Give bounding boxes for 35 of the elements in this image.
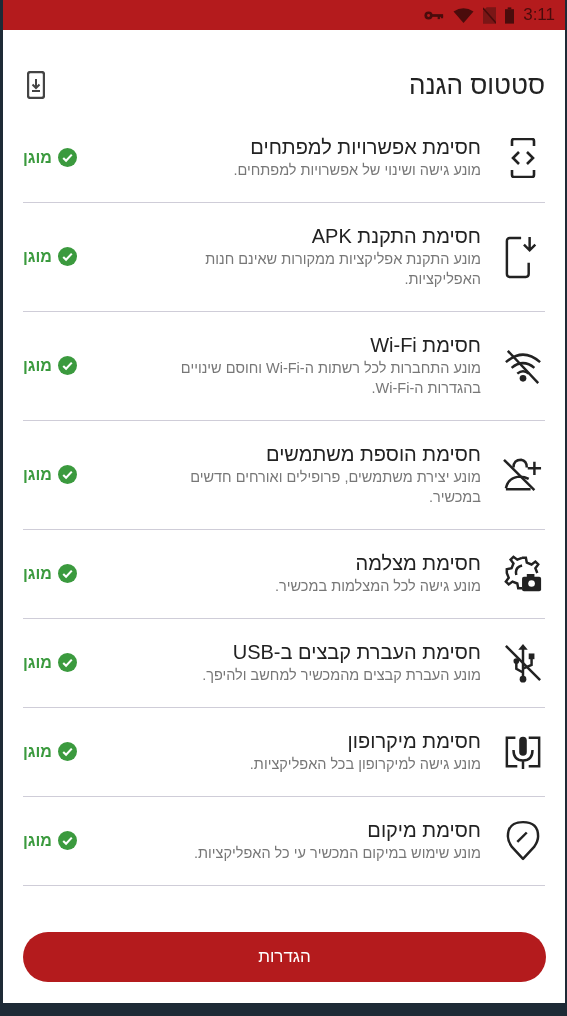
setting-description: מונע התקנת אפליקציות ממקורות שאינם חנות האפליקציות.	[204, 250, 481, 289]
settings-button[interactable]: הגדרות	[23, 932, 546, 982]
setting-title: חסימת מיקום	[366, 818, 481, 843]
clock-time: 3:11	[523, 5, 555, 25]
setting-description: מונע העברת קבצים מהמכשיר למחשב ולהיפך.	[201, 666, 481, 685]
setting-title: חסימת הוספת משתמשים	[264, 442, 481, 467]
setting-description: מונע גישה לכל המצלמות במכשיר.	[274, 577, 481, 596]
setting-title: חסימת אפשרויות למפתחים	[249, 135, 481, 160]
status-label: מוגן	[23, 465, 52, 484]
gear-camera-icon	[503, 553, 543, 594]
status-label: מוגן	[23, 742, 52, 761]
setting-description: מונע גישה ושינוי של אפשרויות למפתחים.	[232, 161, 481, 180]
status-label: מוגן	[23, 247, 52, 266]
status-label: מוגן	[23, 831, 52, 850]
page-title: סטטוס הגנה	[408, 69, 545, 101]
setting-title: חסימת מצלמה	[354, 551, 481, 576]
setting-description: מונע התחברות לכל רשתות ה-Wi-Fi וחוסם שינויים בהגדרות ה-Wi-Fi.	[179, 359, 481, 398]
code-phone-icon	[509, 137, 537, 178]
setting-description: מונע שימוש במיקום המכשיר עי כל האפליקציות.	[192, 844, 481, 863]
setting-title: חסימת Wi-Fi	[369, 333, 481, 358]
setting-title: חסימת התקנת APK	[310, 224, 481, 249]
wifi-icon	[453, 7, 475, 23]
status-label: מוגן	[23, 148, 52, 167]
setting-description: מונע יצירת משתמשים, פרופילים ואורחים חדשים במכשיר.	[189, 468, 481, 507]
battery-icon	[505, 6, 515, 24]
key-icon	[424, 9, 445, 21]
status-label: מוגן	[23, 653, 52, 672]
status-label: מוגן	[23, 564, 52, 583]
setting-description: מונע גישה למיקרופון בכל האפליקציות.	[248, 755, 481, 774]
location-pin-icon	[506, 819, 540, 862]
setting-title: חסימת מיקרופון	[346, 729, 481, 754]
setting-title: חסימת העברת קבצים ב-USB	[231, 640, 481, 665]
no-sim-icon	[483, 6, 497, 24]
phone-download-icon[interactable]	[27, 71, 45, 99]
status-label: מוגן	[23, 356, 52, 375]
